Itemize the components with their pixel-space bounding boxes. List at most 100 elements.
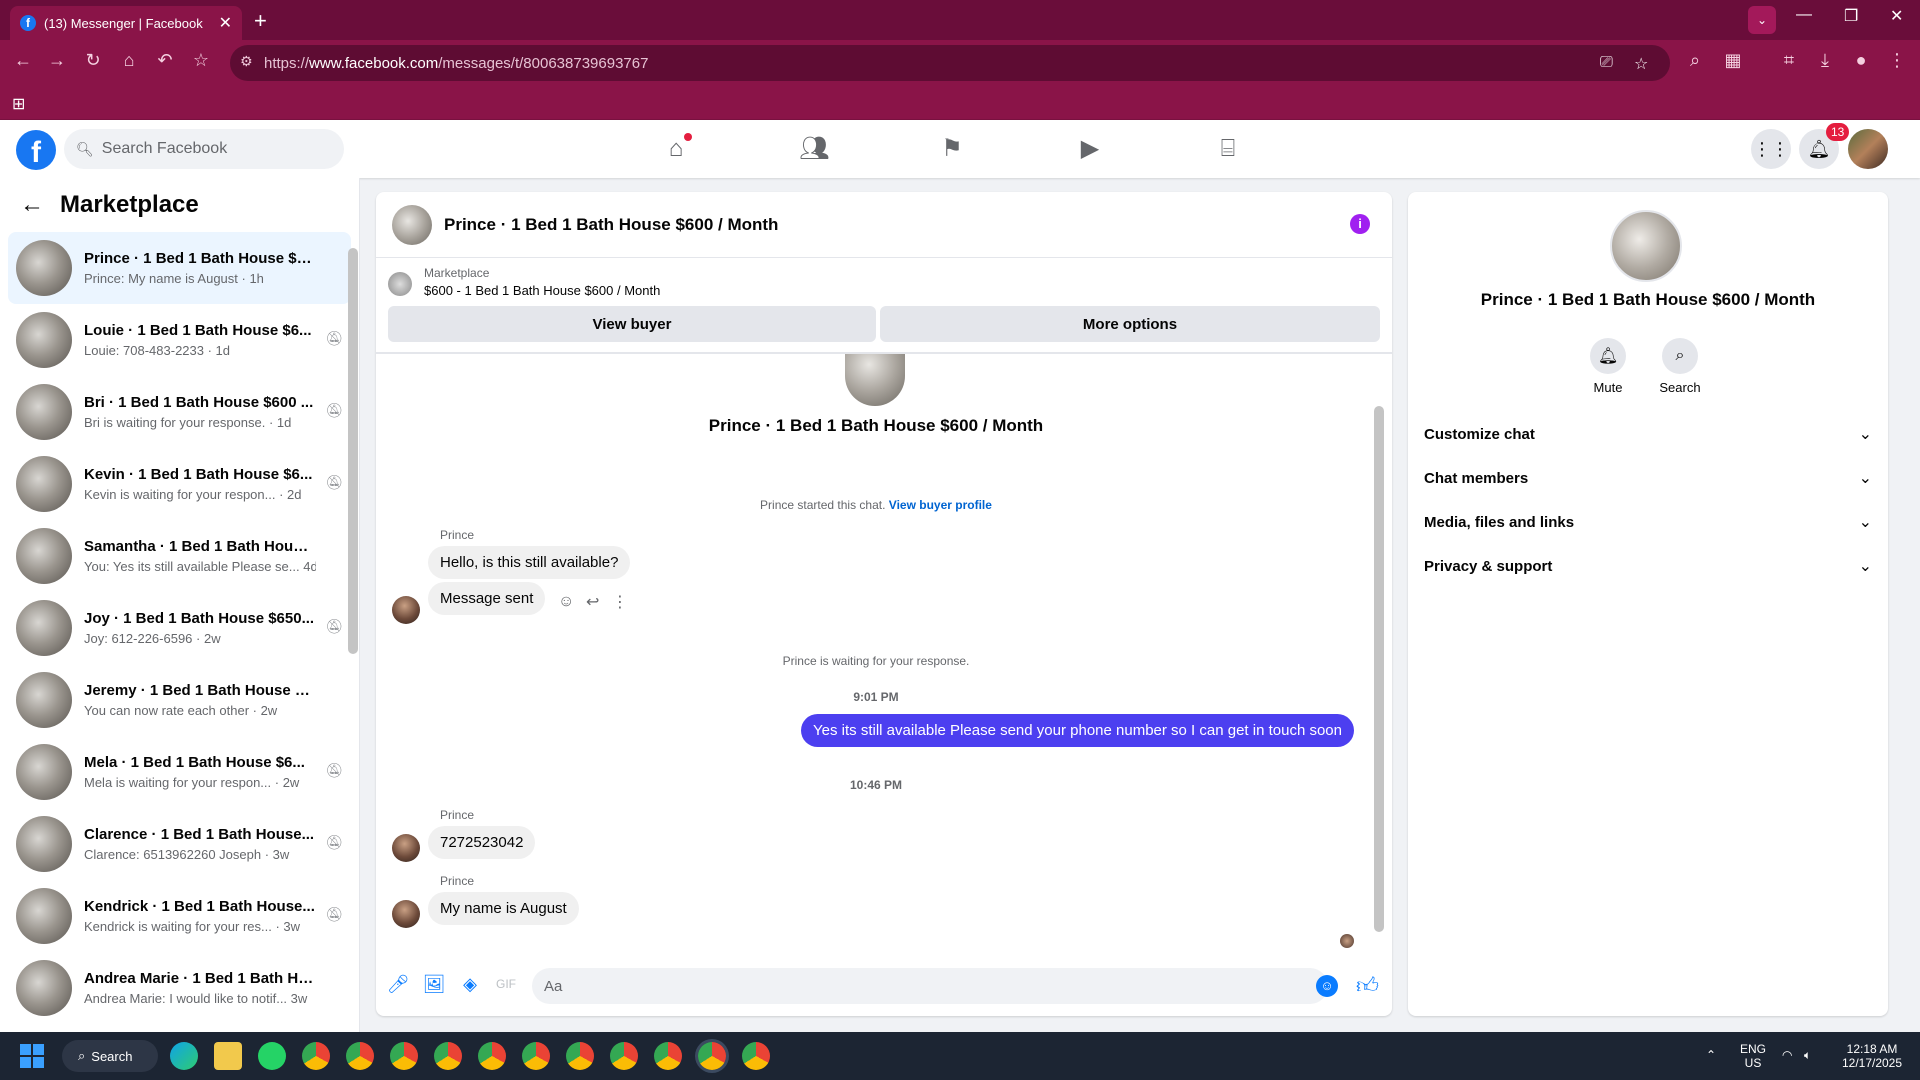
- message-bubble[interactable]: Hello, is this still available?: [428, 546, 631, 579]
- forward-icon[interactable]: →: [44, 50, 70, 71]
- edge-icon[interactable]: [170, 1042, 198, 1070]
- details-avatar[interactable]: [1610, 210, 1682, 282]
- emoji-icon[interactable]: ☺: [1316, 975, 1338, 997]
- my-message-bubble[interactable]: Yes its still available Please send your…: [801, 714, 1354, 747]
- back-icon[interactable]: ←: [10, 50, 36, 71]
- chrome-icon[interactable]: [566, 1042, 594, 1070]
- volume-icon[interactable]: 🔈︎: [1804, 1048, 1811, 1062]
- bell-icon[interactable]: 🔔︎: [1590, 338, 1626, 374]
- message-bubble[interactable]: My name is August: [428, 892, 579, 925]
- chat-members-section[interactable]: Chat members ⌄: [1424, 456, 1872, 500]
- facebook-logo-icon[interactable]: f: [16, 130, 56, 170]
- whatsapp-icon[interactable]: [258, 1042, 286, 1070]
- minimize-icon[interactable]: —: [1796, 6, 1812, 24]
- conversation-item[interactable]: Kendrick · 1 Bed 1 Bath House... Kendrick…: [8, 880, 351, 952]
- reload-icon[interactable]: ↻: [80, 50, 106, 71]
- chrome-icon[interactable]: [346, 1042, 374, 1070]
- sender-avatar[interactable]: [392, 596, 420, 624]
- language-indicator[interactable]: ENG US: [1740, 1042, 1766, 1070]
- pages-flag-icon[interactable]: ⚑: [937, 134, 967, 164]
- restore-icon[interactable]: ❐: [1844, 6, 1858, 26]
- mute-action[interactable]: 🔔︎ Mute: [1578, 338, 1638, 395]
- crop-icon[interactable]: ⌗: [1776, 50, 1802, 71]
- conversation-item[interactable]: Mela · 1 Bed 1 Bath House $6... Mela is w…: [8, 736, 351, 808]
- site-settings-icon[interactable]: ⚙: [240, 53, 253, 70]
- scrollbar-thumb[interactable]: [348, 248, 358, 654]
- new-tab-icon[interactable]: +: [254, 8, 267, 34]
- chat-scrollbar[interactable]: [1372, 354, 1386, 954]
- chat-avatar[interactable]: [392, 204, 432, 245]
- conversation-item[interactable]: Jeremy · 1 Bed 1 Bath House $65... You ca…: [8, 664, 351, 736]
- info-icon[interactable]: i: [1350, 214, 1370, 234]
- close-tab-icon[interactable]: ✕: [219, 13, 232, 33]
- account-avatar[interactable]: [1848, 129, 1888, 169]
- menu-grid-icon[interactable]: ⋮⋮: [1751, 129, 1791, 169]
- file-explorer-icon[interactable]: [214, 1042, 242, 1070]
- sidebar-scrollbar[interactable]: [346, 228, 358, 1028]
- message-bubble[interactable]: 7272523042: [428, 826, 536, 859]
- back-arrow-icon[interactable]: ←: [20, 191, 44, 219]
- view-buyer-button[interactable]: View buyer: [388, 306, 876, 342]
- chrome-icon[interactable]: [522, 1042, 550, 1070]
- close-window-icon[interactable]: ✕: [1890, 6, 1903, 26]
- media-files-links-section[interactable]: Media, files and links ⌄: [1424, 500, 1872, 544]
- chat-title[interactable]: Prince · 1 Bed 1 Bath House $600 / Month: [444, 215, 778, 235]
- conversation-item[interactable]: Bri · 1 Bed 1 Bath House $600 ... Bri is …: [8, 376, 351, 448]
- tab-search-icon[interactable]: ⌄: [1748, 6, 1776, 34]
- conversation-item[interactable]: Andrea Marie · 1 Bed 1 Bath Hou... Andrea…: [8, 952, 351, 1024]
- apps-grid-icon[interactable]: ⊞: [12, 94, 25, 114]
- gif-icon[interactable]: GIF: [494, 977, 518, 991]
- chrome-icon[interactable]: [742, 1042, 770, 1070]
- menu-icon[interactable]: ⋮: [1884, 50, 1910, 71]
- bookmark-star-icon[interactable]: ☆: [188, 50, 214, 71]
- reply-icon[interactable]: ↩: [586, 592, 599, 612]
- chrome-icon[interactable]: [478, 1042, 506, 1070]
- conversation-item[interactable]: Joy · 1 Bed 1 Bath House $650... Joy: 612…: [8, 592, 351, 664]
- chrome-icon[interactable]: [610, 1042, 638, 1070]
- sender-avatar[interactable]: [392, 900, 420, 928]
- scrollbar-thumb[interactable]: [1374, 406, 1384, 932]
- view-buyer-profile-link[interactable]: View buyer profile: [889, 498, 992, 512]
- conversation-item[interactable]: Louie · 1 Bed 1 Bath House $6... Louie: 7…: [8, 304, 351, 376]
- facebook-search-input[interactable]: 🔍︎ Search Facebook: [64, 129, 344, 169]
- qr-code-icon[interactable]: ▦: [1720, 50, 1746, 71]
- sender-avatar[interactable]: [392, 834, 420, 862]
- conversation-item[interactable]: Samantha · 1 Bed 1 Bath House ... You: Ye…: [8, 520, 351, 592]
- profile-icon[interactable]: ●: [1848, 50, 1874, 71]
- home-icon[interactable]: ⌂: [116, 50, 142, 71]
- sticker-icon[interactable]: ◈: [458, 974, 482, 995]
- listing-thumbnail[interactable]: [388, 272, 412, 296]
- more-actions-icon[interactable]: ⋮: [612, 592, 628, 612]
- chrome-icon[interactable]: [654, 1042, 682, 1070]
- listing-price[interactable]: $600 - 1 Bed 1 Bath House $600 / Month: [424, 283, 1380, 298]
- chrome-icon[interactable]: [390, 1042, 418, 1070]
- browser-tab[interactable]: f (13) Messenger | Facebook ✕: [10, 6, 242, 40]
- undo-icon[interactable]: ↶: [152, 50, 178, 71]
- customize-chat-section[interactable]: Customize chat ⌄: [1424, 412, 1872, 456]
- privacy-support-section[interactable]: Privacy & support ⌄: [1424, 544, 1872, 588]
- chrome-icon[interactable]: [698, 1042, 726, 1070]
- wifi-icon[interactable]: ◠: [1782, 1048, 1792, 1062]
- conversation-item[interactable]: Clarence · 1 Bed 1 Bath House... Clarence…: [8, 808, 351, 880]
- more-options-button[interactable]: More options: [880, 306, 1380, 342]
- install-app-icon[interactable]: ⎚: [1600, 54, 1613, 72]
- friends-nav-icon[interactable]: 👥︎: [799, 134, 829, 164]
- photo-icon[interactable]: 🖼︎: [422, 974, 446, 995]
- clock[interactable]: 12:18 AM 12/17/2025: [1834, 1042, 1910, 1070]
- zoom-icon[interactable]: ⌕: [1682, 50, 1708, 71]
- taskbar-search[interactable]: ⌕ Search: [62, 1040, 158, 1072]
- windows-start-icon[interactable]: [20, 1044, 44, 1068]
- address-bar[interactable]: ⚙ https://www.facebook.com/messages/t/80…: [230, 45, 1670, 81]
- search-icon[interactable]: ⌕: [1662, 338, 1698, 374]
- react-emoji-icon[interactable]: ☺: [558, 593, 574, 611]
- download-icon[interactable]: ⤓: [1812, 50, 1838, 71]
- marketplace-nav-icon[interactable]: ⌸: [1213, 134, 1243, 164]
- chrome-icon[interactable]: [434, 1042, 462, 1070]
- microphone-icon[interactable]: 🎤︎: [386, 974, 410, 995]
- video-nav-icon[interactable]: ▶: [1075, 134, 1105, 164]
- chrome-icon[interactable]: [302, 1042, 330, 1070]
- search-action[interactable]: ⌕ Search: [1650, 338, 1710, 395]
- conversation-item[interactable]: Kevin · 1 Bed 1 Bath House $6... Kevin is…: [8, 448, 351, 520]
- conversation-item[interactable]: Prince · 1 Bed 1 Bath House $60... Prince…: [8, 232, 351, 304]
- bookmark-page-icon[interactable]: ☆: [1634, 54, 1648, 74]
